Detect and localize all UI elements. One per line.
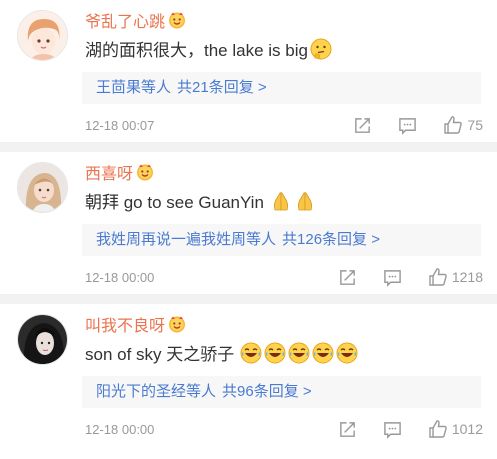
comment-icon <box>383 420 402 439</box>
username-label[interactable]: 西喜呀 <box>85 166 133 183</box>
replies-count-link[interactable]: 共21条回复 > <box>177 79 267 96</box>
divider <box>0 294 497 304</box>
laughing-emoji-icon <box>264 342 286 364</box>
username[interactable]: 西喜呀 <box>85 160 154 184</box>
thumbs-up-icon <box>428 419 448 439</box>
action-bar: 1218 <box>312 264 483 290</box>
comment-item: 叫我不良呀 son of sky 天之骄子 阳光下的圣经等人 共96条回复 > 1… <box>0 304 497 459</box>
badge-icon <box>168 315 186 333</box>
comment-item: 西喜呀 朝拜 go to see GuanYin 我姓周再说一遍我姓周等人 共12… <box>0 152 497 304</box>
share-icon <box>338 268 357 287</box>
replies-preview[interactable]: 我姓周再说一遍我姓周等人 共126条回复 > <box>82 224 481 256</box>
pray-emoji-icon <box>270 190 292 212</box>
thumbs-up-icon <box>428 267 448 287</box>
comment-text-content: son of sky 天之骄子 <box>85 345 235 364</box>
share-button[interactable] <box>338 268 357 287</box>
username-label[interactable]: 叫我不良呀 <box>85 318 165 335</box>
like-button[interactable]: 1012 <box>428 419 483 439</box>
replies-users-link[interactable]: 阳光下的圣经等人 <box>96 383 216 400</box>
replies-users-link[interactable]: 王茴果等人 <box>96 79 171 96</box>
like-button[interactable]: 1218 <box>428 267 483 287</box>
timestamp: 12-18 00:00 <box>85 270 155 285</box>
comment-text: 朝拜 go to see GuanYin <box>85 188 316 213</box>
comment-button[interactable] <box>383 268 402 287</box>
timestamp: 12-18 00:00 <box>85 422 155 437</box>
share-button[interactable] <box>353 116 372 135</box>
replies-users-link[interactable]: 我姓周再说一遍我姓周等人 <box>96 231 276 248</box>
comment-button[interactable] <box>398 116 417 135</box>
action-bar: 75 <box>327 112 483 138</box>
comment-item: 爷乱了心跳 湖的面积很大，the lake is big 王茴果等人 共21条回复… <box>0 0 497 152</box>
like-button[interactable]: 75 <box>443 115 483 135</box>
laughing-emoji-icon <box>312 342 334 364</box>
pray-emoji-icon <box>294 190 316 212</box>
comment-text: son of sky 天之骄子 <box>85 340 358 365</box>
username[interactable]: 爷乱了心跳 <box>85 8 186 32</box>
comment-button[interactable] <box>383 420 402 439</box>
thinking-emoji-icon <box>310 38 332 60</box>
share-icon <box>353 116 372 135</box>
like-count: 75 <box>467 117 483 133</box>
divider <box>0 142 497 152</box>
avatar[interactable] <box>17 314 68 365</box>
laughing-emoji-icon <box>336 342 358 364</box>
comment-icon <box>398 116 417 135</box>
comment-text-content: 朝拜 go to see GuanYin <box>85 193 264 212</box>
avatar[interactable] <box>17 10 68 61</box>
comment-icon <box>383 268 402 287</box>
replies-preview[interactable]: 阳光下的圣经等人 共96条回复 > <box>82 376 481 408</box>
badge-icon <box>168 11 186 29</box>
share-icon <box>338 420 357 439</box>
action-bar: 1012 <box>312 416 483 442</box>
laughing-emoji-icon <box>288 342 310 364</box>
avatar[interactable] <box>17 162 68 213</box>
badge-icon <box>136 163 154 181</box>
replies-count-link[interactable]: 共96条回复 > <box>222 383 312 400</box>
timestamp: 12-18 00:07 <box>85 118 155 133</box>
replies-count-link[interactable]: 共126条回复 > <box>282 231 380 248</box>
thumbs-up-icon <box>443 115 463 135</box>
like-count: 1012 <box>451 421 483 437</box>
share-button[interactable] <box>338 420 357 439</box>
comment-text-content: 湖的面积很大，the lake is big <box>85 41 308 60</box>
replies-preview[interactable]: 王茴果等人 共21条回复 > <box>82 72 481 104</box>
username-label[interactable]: 爷乱了心跳 <box>85 14 165 31</box>
username[interactable]: 叫我不良呀 <box>85 312 186 336</box>
comment-text: 湖的面积很大，the lake is big <box>85 36 332 61</box>
laughing-emoji-icon <box>240 342 262 364</box>
like-count: 1218 <box>451 269 483 285</box>
